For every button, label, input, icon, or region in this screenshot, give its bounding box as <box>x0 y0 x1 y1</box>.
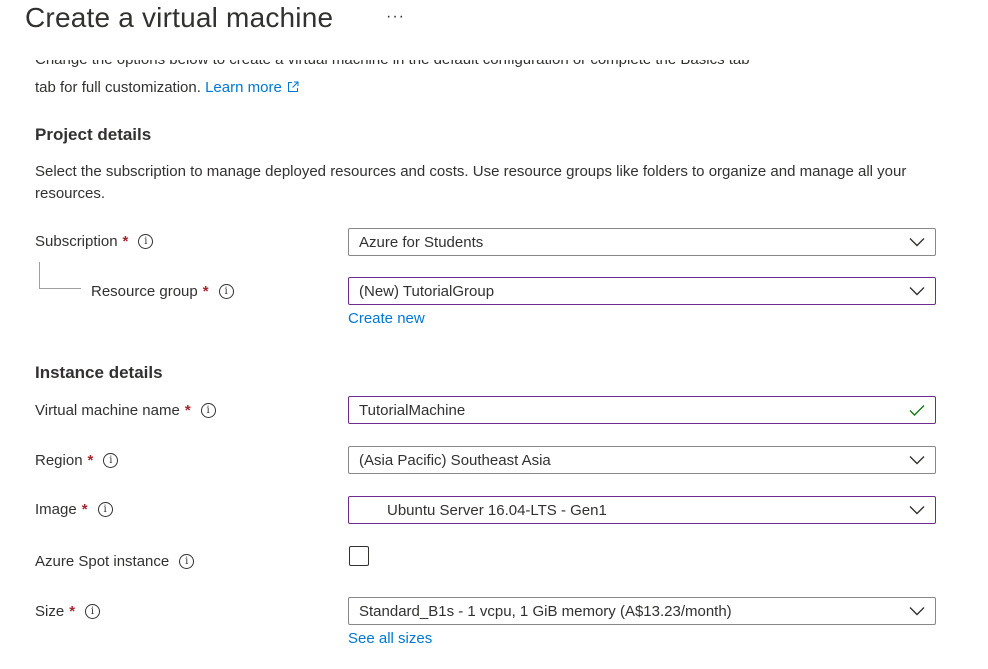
info-icon[interactable]: i <box>103 453 119 468</box>
image-value: Ubuntu Server 16.04-LTS - Gen1 <box>387 501 607 519</box>
spot-instance-label-text: Azure Spot instance <box>35 553 170 570</box>
chevron-down-icon <box>909 238 925 247</box>
more-options-icon[interactable]: ··· <box>386 8 405 26</box>
intro-sentence: tab for full customization. <box>35 79 201 96</box>
chevron-down-icon <box>909 287 925 296</box>
vm-name-label: Virtual machine name * i <box>35 402 216 419</box>
required-mark: * <box>81 501 88 518</box>
chevron-down-icon <box>909 506 925 515</box>
info-icon[interactable]: i <box>200 403 216 418</box>
region-value: (Asia Pacific) Southeast Asia <box>359 451 551 469</box>
spot-instance-label: Azure Spot instance i <box>35 553 195 570</box>
image-label: Image * i <box>35 501 113 518</box>
vm-name-input[interactable]: TutorialMachine <box>348 396 936 424</box>
chevron-down-icon <box>909 456 925 465</box>
learn-more-link[interactable]: Learn more <box>205 79 299 96</box>
required-mark: * <box>184 402 191 419</box>
subscription-label-text: Subscription <box>35 233 118 250</box>
intro-text: tab for full customization. Learn more <box>35 79 299 96</box>
project-details-description: Select the subscription to manage deploy… <box>35 163 907 202</box>
external-link-icon <box>287 81 299 92</box>
instance-details-heading: Instance details <box>35 363 163 382</box>
resource-group-dropdown[interactable]: (New) TutorialGroup <box>348 277 936 305</box>
required-mark: * <box>87 452 94 469</box>
see-all-sizes-link[interactable]: See all sizes <box>348 630 432 647</box>
region-label: Region * i <box>35 452 119 469</box>
image-label-text: Image <box>35 501 77 518</box>
subscription-dropdown[interactable]: Azure for Students <box>348 228 936 256</box>
info-icon[interactable]: i <box>85 604 101 619</box>
required-mark: * <box>122 233 129 250</box>
region-dropdown[interactable]: (Asia Pacific) Southeast Asia <box>348 446 936 474</box>
size-dropdown[interactable]: Standard_B1s - 1 vcpu, 1 GiB memory (A$1… <box>348 597 936 625</box>
page-title: Create a virtual machine <box>25 2 334 33</box>
info-icon[interactable]: i <box>179 554 195 569</box>
spot-instance-checkbox[interactable] <box>349 546 369 566</box>
vm-name-label-text: Virtual machine name <box>35 402 180 419</box>
resource-group-label: Resource group * i <box>91 283 234 300</box>
required-mark: * <box>69 603 76 620</box>
size-value: Standard_B1s - 1 vcpu, 1 GiB memory (A$1… <box>359 602 732 620</box>
subscription-value: Azure for Students <box>359 233 484 251</box>
info-icon[interactable]: i <box>97 502 113 517</box>
subscription-label: Subscription * i <box>35 233 154 250</box>
region-label-text: Region <box>35 452 83 469</box>
info-icon[interactable]: i <box>138 234 154 249</box>
checkmark-icon <box>909 405 925 416</box>
resource-group-label-text: Resource group <box>91 283 198 300</box>
size-label-text: Size <box>35 603 65 620</box>
intro-clipped-line: Change the options below to create a vir… <box>35 60 795 72</box>
create-new-link[interactable]: Create new <box>348 310 425 327</box>
image-dropdown[interactable]: Ubuntu Server 16.04-LTS - Gen1 <box>348 496 936 524</box>
resource-group-value: (New) TutorialGroup <box>359 282 495 300</box>
info-icon[interactable]: i <box>218 284 234 299</box>
vm-name-value: TutorialMachine <box>359 401 466 419</box>
required-mark: * <box>202 283 209 300</box>
tree-connector <box>39 262 81 289</box>
chevron-down-icon <box>909 607 925 616</box>
project-details-heading: Project details <box>35 125 152 144</box>
size-label: Size * i <box>35 603 101 620</box>
